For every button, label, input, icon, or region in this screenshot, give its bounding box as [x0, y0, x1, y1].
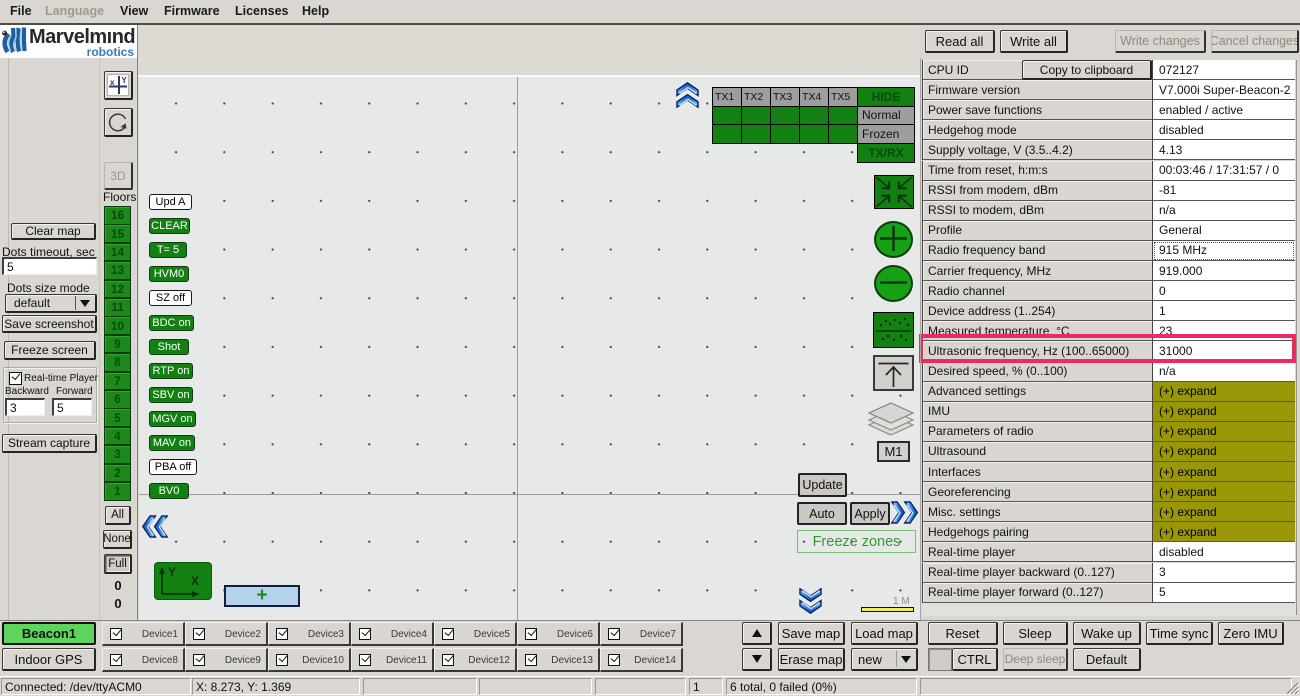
svg-text:Y: Y: [168, 565, 176, 579]
svg-text:Y: Y: [122, 76, 128, 85]
svg-text:x: x: [110, 78, 115, 87]
svg-text:X: X: [191, 574, 199, 588]
